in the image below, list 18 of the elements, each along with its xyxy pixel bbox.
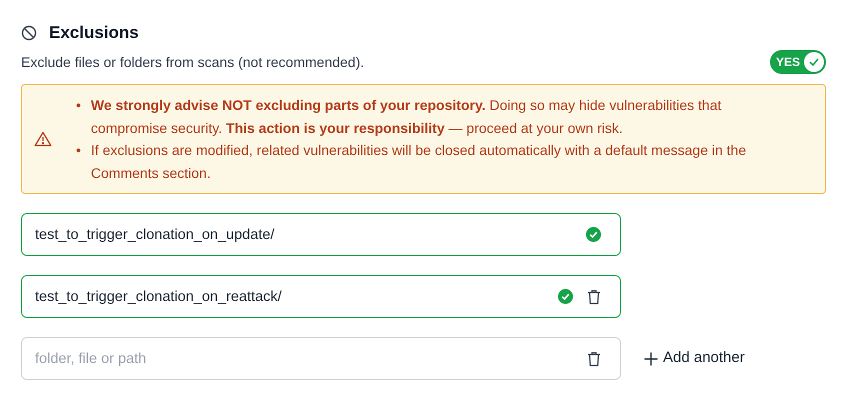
- bullet: •: [76, 96, 81, 115]
- warning-icon: [34, 131, 52, 147]
- plus-icon: [643, 350, 659, 366]
- delete-icon[interactable]: [587, 288, 601, 304]
- warning-text: We strongly advise NOT excluding parts of your repository. Doing so may hide vulnerabilities that compromise security. This action is your responsibility — proceed at your own risk.: [90, 96, 722, 138]
- path-input-field[interactable]: test_to_trigger_clonation_on_reattack/: [21, 275, 621, 318]
- check-circle-icon: [558, 289, 573, 304]
- path-input-field[interactable]: test_to_trigger_clonation_on_update/: [21, 213, 621, 256]
- bullet: •: [76, 141, 81, 160]
- check-circle-icon: [586, 227, 601, 242]
- delete-icon[interactable]: [587, 350, 601, 366]
- add-another-button[interactable]: Add another: [643, 347, 745, 370]
- warning-text: If exclusions are modified, related vulnerabilities will be closed automatically with a default message in the Comments section.: [90, 141, 748, 182]
- path-input-field[interactable]: folder, file or path: [21, 337, 621, 380]
- check-icon: [808, 56, 820, 68]
- section-description: Exclude files or folders from scans (not recommended).: [21, 52, 364, 72]
- section-title: Exclusions: [49, 22, 139, 44]
- prohibited-icon: [21, 25, 37, 41]
